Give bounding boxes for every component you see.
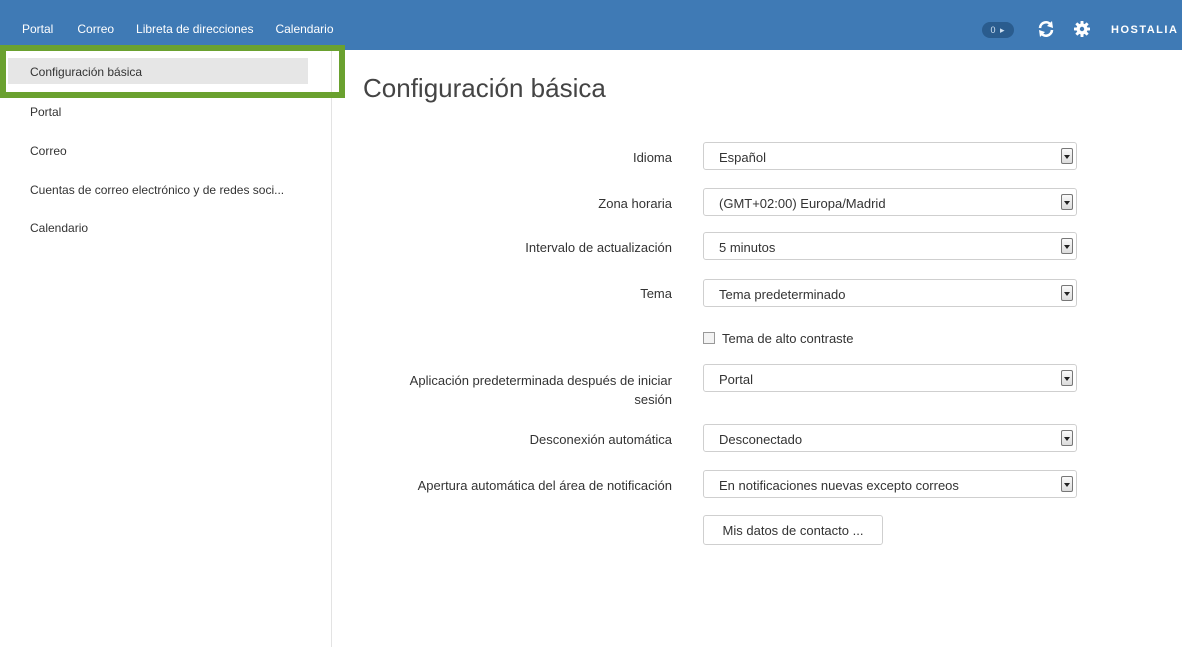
- nav-libreta[interactable]: Libreta de direcciones: [136, 22, 253, 36]
- nav-portal[interactable]: Portal: [22, 22, 53, 36]
- sidebar-item-portal[interactable]: Portal: [8, 98, 308, 124]
- zona-horaria-value: (GMT+02:00) Europa/Madrid: [719, 196, 886, 211]
- sidebar-item-label: Cuentas de correo electrónico y de redes…: [30, 183, 285, 197]
- idioma-label: Idioma: [632, 150, 672, 165]
- apertura-value: En notificaciones nuevas excepto correos: [719, 478, 959, 493]
- aplicacion-value: Portal: [719, 372, 753, 387]
- idioma-value: Español: [719, 150, 766, 165]
- tema-value: Tema predeterminado: [719, 287, 846, 302]
- tema-label: Tema: [640, 286, 672, 301]
- dropdown-arrow-icon: [1061, 430, 1073, 446]
- apertura-select[interactable]: En notificaciones nuevas excepto correos: [703, 470, 1077, 498]
- sidebar-item-label: Correo: [30, 144, 67, 158]
- intervalo-label: Intervalo de actualización: [525, 240, 672, 255]
- zona-horaria-label: Zona horaria: [598, 196, 672, 211]
- desconexion-label: Desconexión automática: [529, 432, 672, 447]
- sidebar-item-cuentas[interactable]: Cuentas de correo electrónico y de redes…: [8, 176, 308, 202]
- nav-calendario[interactable]: Calendario: [275, 22, 333, 36]
- dropdown-arrow-icon: [1061, 238, 1073, 254]
- sidebar-item-label: Calendario: [30, 221, 89, 235]
- brand-logo: HOSTALIA: [1111, 24, 1179, 36]
- idioma-select[interactable]: Español: [703, 142, 1077, 170]
- tema-select[interactable]: Tema predeterminado: [703, 279, 1077, 307]
- aplicacion-label-line1: Aplicación predeterminada después de ini…: [409, 373, 672, 388]
- dropdown-arrow-icon: [1061, 476, 1073, 492]
- intervalo-value: 5 minutos: [719, 240, 776, 255]
- sidebar-item-correo[interactable]: Correo: [8, 137, 308, 163]
- gear-icon[interactable]: [1073, 20, 1091, 38]
- apertura-label: Apertura automática del área de notifica…: [417, 478, 672, 493]
- sidebar-item-configuracion-basica[interactable]: Configuración básica: [8, 58, 308, 84]
- sidebar-item-label: Portal: [30, 105, 62, 119]
- notification-badge[interactable]: 0 ▸: [982, 22, 1014, 38]
- top-nav: Portal Correo Libreta de direcciones Cal…: [22, 22, 358, 36]
- top-bar: Portal Correo Libreta de direcciones Cal…: [0, 0, 1182, 50]
- desconexion-value: Desconectado: [719, 432, 803, 447]
- refresh-icon[interactable]: [1037, 20, 1055, 38]
- dropdown-arrow-icon: [1061, 148, 1073, 164]
- sidebar-item-calendario[interactable]: Calendario: [8, 214, 308, 240]
- sidebar: Configuración básica Portal Correo Cuent…: [8, 50, 332, 647]
- dropdown-arrow-icon: [1061, 194, 1073, 210]
- nav-correo[interactable]: Correo: [77, 22, 114, 36]
- intervalo-select[interactable]: 5 minutos: [703, 232, 1077, 260]
- aplicacion-label-line2: sesión: [634, 392, 672, 407]
- zona-horaria-select[interactable]: (GMT+02:00) Europa/Madrid: [703, 188, 1077, 216]
- alto-contraste-checkbox[interactable]: [703, 332, 715, 344]
- alto-contraste-label[interactable]: Tema de alto contraste: [722, 331, 854, 346]
- contact-data-button[interactable]: Mis datos de contacto ...: [703, 515, 883, 545]
- sidebar-item-label: Configuración básica: [30, 65, 143, 79]
- aplicacion-select[interactable]: Portal: [703, 364, 1077, 392]
- dropdown-arrow-icon: [1061, 285, 1073, 301]
- dropdown-arrow-icon: [1061, 370, 1073, 386]
- page-title: Configuración básica: [363, 73, 606, 103]
- desconexion-select[interactable]: Desconectado: [703, 424, 1077, 452]
